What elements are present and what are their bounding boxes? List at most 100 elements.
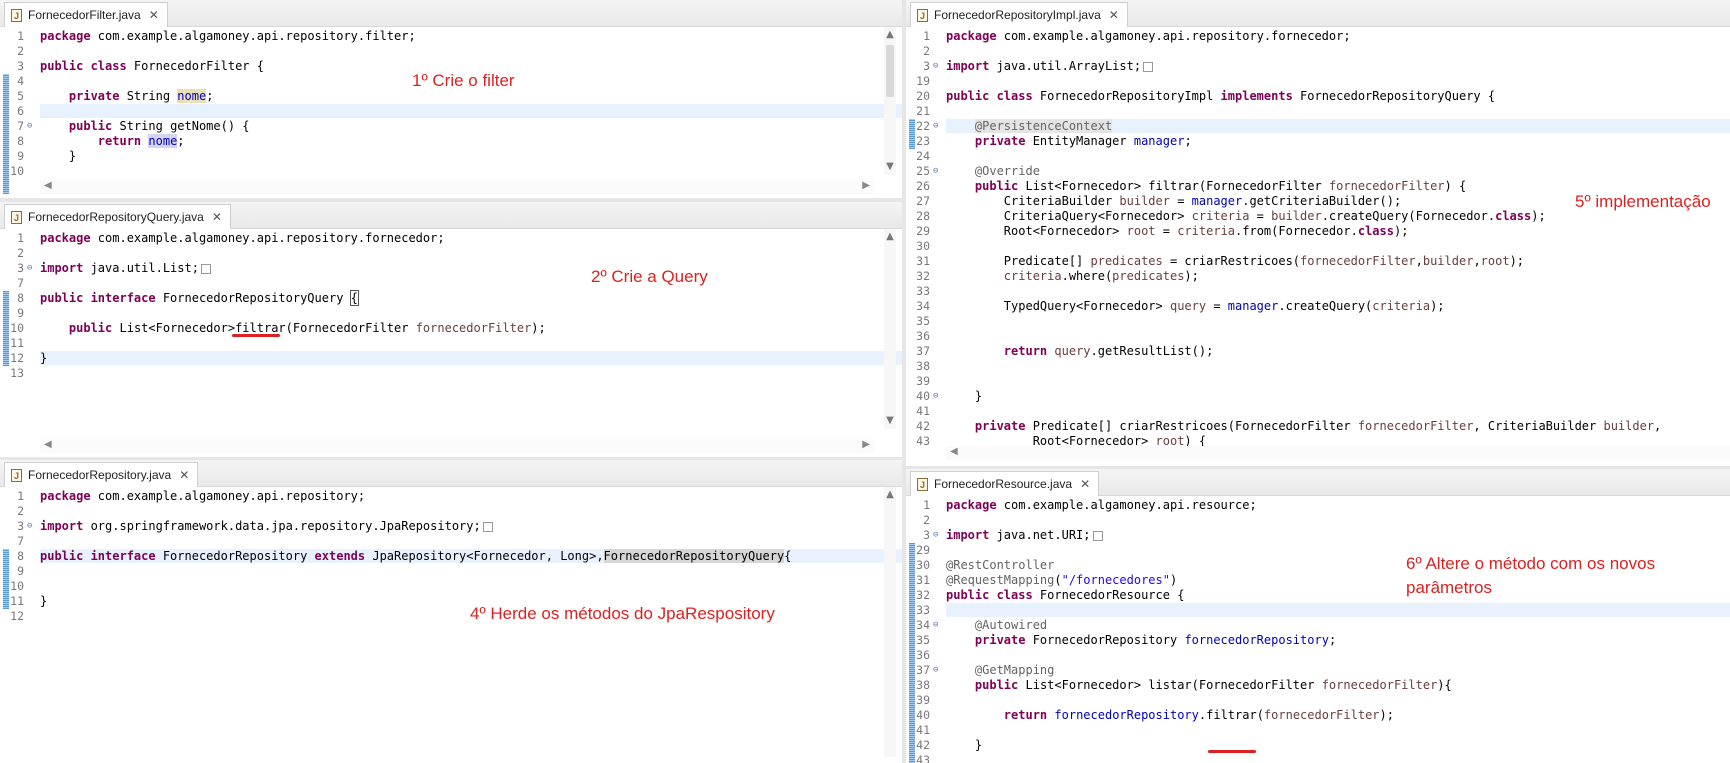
code-line[interactable]: private Predicate[] criarRestricoes(Forn… bbox=[946, 419, 1730, 433]
fold-toggle-icon[interactable]: ⊖ bbox=[933, 663, 938, 677]
code-line[interactable] bbox=[946, 374, 1730, 388]
tab-fornecedor-repository-impl[interactable]: J FornecedorRepositoryImpl.java ✕ bbox=[910, 2, 1128, 27]
fold-toggle-icon[interactable]: ⊖ bbox=[933, 164, 938, 178]
pane-divider[interactable] bbox=[906, 466, 1730, 469]
scroll-up-icon[interactable]: ▲ bbox=[884, 231, 896, 242]
scroll-left-icon[interactable]: ◀ bbox=[44, 180, 52, 191]
code-editor[interactable]: 1 2 3 29 30 31 32 33 34 35 36 37 38 39 40 41 42 43 ⊖ ⊖ ⊖ pac… bbox=[906, 496, 1730, 763]
vertical-scrollbar[interactable]: ▲ bbox=[884, 487, 896, 757]
code-line[interactable] bbox=[946, 693, 1730, 707]
scroll-down-icon[interactable]: ▼ bbox=[884, 161, 896, 172]
code-line[interactable] bbox=[40, 276, 902, 290]
code-line[interactable]: @PersistenceContext bbox=[946, 119, 1730, 133]
scroll-right-icon[interactable]: ▶ bbox=[862, 439, 870, 450]
code-editor[interactable]: 1 2 3 7 8 9 10 11 12 ⊖ package com.example.algamo… bbox=[0, 487, 902, 763]
scrollbar-thumb[interactable] bbox=[886, 45, 894, 97]
horizontal-scrollbar[interactable]: ◀ ▶ bbox=[40, 439, 874, 453]
code-line[interactable] bbox=[946, 603, 1730, 617]
scroll-up-icon[interactable]: ▲ bbox=[884, 489, 896, 500]
code-line[interactable] bbox=[946, 239, 1730, 253]
code-line[interactable]: package com.example.algamoney.api.resour… bbox=[946, 498, 1730, 512]
pane-divider[interactable] bbox=[0, 198, 902, 202]
close-icon[interactable]: ✕ bbox=[1109, 8, 1119, 22]
code-line[interactable]: TypedQuery<Fornecedor> query = manager.c… bbox=[946, 299, 1730, 313]
code-line[interactable] bbox=[40, 564, 902, 578]
code-line[interactable] bbox=[946, 284, 1730, 298]
code-line[interactable] bbox=[40, 504, 902, 518]
code-line[interactable] bbox=[946, 329, 1730, 343]
code-line[interactable] bbox=[946, 753, 1730, 763]
pane-divider[interactable] bbox=[0, 457, 902, 460]
fold-toggle-icon[interactable]: ⊖ bbox=[27, 261, 32, 275]
code-line[interactable] bbox=[946, 149, 1730, 163]
code-line[interactable] bbox=[40, 336, 902, 350]
code-line[interactable]: public List<Fornecedor>filtrar(Fornecedo… bbox=[40, 321, 902, 335]
fold-toggle-icon[interactable]: ⊖ bbox=[933, 528, 938, 542]
code-line[interactable] bbox=[946, 404, 1730, 418]
code-line[interactable] bbox=[40, 366, 902, 380]
code-area[interactable]: package com.example.algamoney.api.resour… bbox=[946, 496, 1730, 763]
code-line[interactable]: import org.springframework.data.jpa.repo… bbox=[40, 519, 902, 533]
code-line[interactable]: public String getNome() { bbox=[40, 119, 902, 133]
scroll-up-icon[interactable]: ▲ bbox=[884, 29, 896, 40]
code-area[interactable]: package com.example.algamoney.api.reposi… bbox=[40, 27, 902, 198]
fold-toggle-icon[interactable]: ⊖ bbox=[933, 119, 938, 133]
code-line[interactable]: public interface FornecedorRepository ex… bbox=[40, 549, 902, 563]
code-area[interactable]: package com.example.algamoney.api.reposi… bbox=[40, 487, 902, 763]
code-line[interactable]: criteria.where(predicates); bbox=[946, 269, 1730, 283]
horizontal-scrollbar[interactable]: ◀ bbox=[946, 446, 1730, 460]
pane-divider[interactable] bbox=[902, 0, 906, 763]
code-line[interactable]: Root<Fornecedor> root = criteria.from(Fo… bbox=[946, 224, 1730, 238]
fold-toggle-icon[interactable]: ⊖ bbox=[933, 618, 938, 632]
code-line[interactable]: } bbox=[40, 351, 902, 365]
scroll-left-icon[interactable]: ◀ bbox=[950, 446, 958, 457]
fold-toggle-icon[interactable]: ⊖ bbox=[933, 59, 938, 73]
code-line[interactable] bbox=[946, 314, 1730, 328]
code-area[interactable]: package com.example.algamoney.api.reposi… bbox=[946, 27, 1730, 466]
scroll-left-icon[interactable]: ◀ bbox=[44, 439, 52, 450]
scroll-down-icon[interactable]: ▼ bbox=[884, 415, 896, 426]
close-icon[interactable]: ✕ bbox=[1080, 477, 1090, 491]
code-line[interactable]: private FornecedorRepository fornecedorR… bbox=[946, 633, 1730, 647]
horizontal-scrollbar[interactable]: ◀ ▶ bbox=[40, 180, 874, 194]
code-line[interactable] bbox=[946, 104, 1730, 118]
code-line[interactable]: package com.example.algamoney.api.reposi… bbox=[40, 29, 902, 43]
vertical-scrollbar[interactable]: ▲ ▼ bbox=[884, 27, 896, 175]
code-line[interactable]: public interface FornecedorRepositoryQue… bbox=[40, 290, 902, 306]
tab-fornecedor-repository[interactable]: J FornecedorRepository.java ✕ bbox=[4, 462, 199, 487]
code-line[interactable] bbox=[946, 723, 1730, 737]
code-line[interactable] bbox=[946, 359, 1730, 373]
code-line[interactable]: import java.util.ArrayList; bbox=[946, 59, 1730, 73]
code-line[interactable]: public class FornecedorRepositoryImpl im… bbox=[946, 89, 1730, 103]
code-line[interactable]: @Override bbox=[946, 164, 1730, 178]
code-line[interactable] bbox=[40, 579, 902, 593]
code-line[interactable] bbox=[40, 246, 902, 260]
code-line[interactable]: @GetMapping bbox=[946, 663, 1730, 677]
code-line[interactable] bbox=[40, 534, 902, 548]
code-line[interactable]: public List<Fornecedor> filtrar(Forneced… bbox=[946, 179, 1730, 193]
code-line[interactable]: return fornecedorRepository.filtrar(forn… bbox=[946, 708, 1730, 722]
code-editor[interactable]: 1 2 3 7 8 9 10 11 12 13 ⊖ package com.example.alga… bbox=[0, 229, 902, 457]
code-line[interactable]: package com.example.algamoney.api.reposi… bbox=[40, 489, 902, 503]
code-area[interactable]: package com.example.algamoney.api.reposi… bbox=[40, 229, 902, 457]
code-line[interactable] bbox=[40, 44, 902, 58]
close-icon[interactable]: ✕ bbox=[212, 210, 222, 224]
code-line[interactable]: package com.example.algamoney.api.reposi… bbox=[946, 29, 1730, 43]
fold-toggle-icon[interactable]: ⊖ bbox=[27, 519, 32, 533]
code-line[interactable]: import java.util.List; bbox=[40, 261, 902, 275]
code-line[interactable] bbox=[946, 648, 1730, 662]
code-line[interactable] bbox=[946, 513, 1730, 527]
code-line[interactable]: import java.net.URI; bbox=[946, 528, 1730, 542]
code-line[interactable]: private EntityManager manager; bbox=[946, 134, 1730, 148]
code-editor[interactable]: 1 2 3 4 5 6 7 8 9 10 ⊖ package com.example.algamon… bbox=[0, 27, 902, 198]
code-line[interactable] bbox=[946, 44, 1730, 58]
code-line[interactable] bbox=[40, 306, 902, 320]
fold-toggle-icon[interactable]: ⊖ bbox=[933, 389, 938, 403]
tab-fornecedor-repository-query[interactable]: J FornecedorRepositoryQuery.java ✕ bbox=[4, 204, 231, 229]
code-line[interactable]: Predicate[] predicates = criarRestricoes… bbox=[946, 254, 1730, 268]
code-line[interactable]: return nome; bbox=[40, 134, 902, 148]
vertical-scrollbar[interactable]: ▲ ▼ bbox=[884, 229, 896, 429]
scroll-right-icon[interactable]: ▶ bbox=[862, 180, 870, 191]
code-line[interactable]: @Autowired bbox=[946, 618, 1730, 632]
tab-fornecedor-resource[interactable]: J FornecedorResource.java ✕ bbox=[910, 471, 1100, 496]
